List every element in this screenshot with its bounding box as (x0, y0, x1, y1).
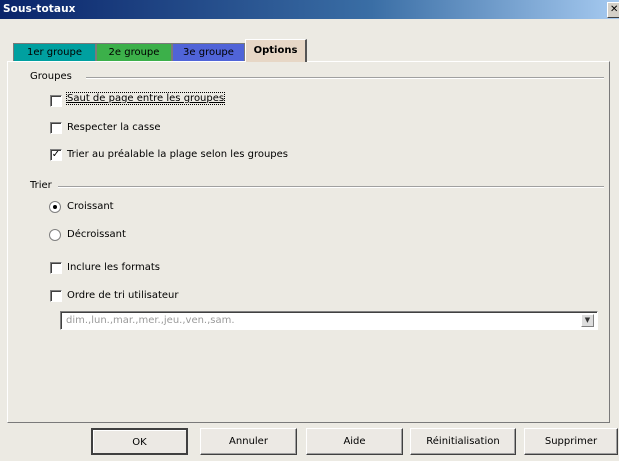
page-break-label[interactable]: Saut de page entre les groupes (65, 92, 226, 105)
reset-button-label: Réinitialisation (426, 436, 500, 447)
dialog-title: Sous-totaux (3, 3, 76, 15)
options-panel (7, 61, 610, 423)
trier-separator (58, 186, 604, 188)
help-button-label: Aide (343, 436, 366, 447)
cancel-button-label: Annuler (229, 436, 268, 447)
trier-heading: Trier (30, 180, 52, 191)
case-sensitive-checkbox[interactable] (50, 122, 62, 134)
delete-button-label: Supprimer (544, 436, 598, 447)
descending-radio[interactable] (49, 229, 61, 241)
user-sort-order-checkbox[interactable] (50, 290, 62, 302)
subtotals-dialog: Sous-totaux ✕ 1er groupe 2e groupe 3e gr… (0, 0, 619, 461)
ascending-label[interactable]: Croissant (67, 201, 114, 212)
close-button[interactable]: ✕ (607, 2, 619, 18)
ok-button[interactable]: OK (91, 428, 188, 455)
close-icon: ✕ (610, 4, 619, 15)
user-sort-list-dropdown[interactable]: dim.,lun.,mar.,mer.,jeu.,ven.,sam. ▼ (60, 311, 598, 330)
tab-options[interactable]: Options (245, 39, 307, 62)
case-sensitive-label[interactable]: Respecter la casse (67, 122, 161, 133)
include-formats-label[interactable]: Inclure les formats (67, 262, 160, 273)
page-break-checkbox[interactable] (50, 95, 62, 107)
tab-options-label: Options (253, 45, 298, 56)
reset-button[interactable]: Réinitialisation (410, 428, 516, 455)
descending-label[interactable]: Décroissant (67, 229, 126, 240)
checkmark-icon: ✓ (51, 149, 61, 160)
pre-sort-label[interactable]: Trier au préalable la plage selon les gr… (67, 149, 288, 160)
cancel-button[interactable]: Annuler (200, 428, 297, 455)
tab-group-3[interactable]: 3e groupe (172, 43, 245, 61)
tab-group-1[interactable]: 1er groupe (13, 43, 96, 61)
chevron-down-icon[interactable]: ▼ (581, 314, 594, 327)
tab-group-2[interactable]: 2e groupe (96, 43, 172, 61)
tab-group-2-label: 2e groupe (108, 47, 160, 58)
user-sort-order-label[interactable]: Ordre de tri utilisateur (67, 290, 179, 301)
include-formats-checkbox[interactable] (50, 262, 62, 274)
ok-button-label: OK (132, 437, 147, 448)
tab-group-3-label: 3e groupe (183, 47, 234, 58)
pre-sort-checkbox[interactable]: ✓ (50, 149, 62, 161)
tab-group-1-label: 1er groupe (27, 47, 82, 58)
user-sort-list-value: dim.,lun.,mar.,mer.,jeu.,ven.,sam. (66, 315, 235, 326)
groupes-separator (86, 77, 604, 79)
help-button[interactable]: Aide (306, 428, 403, 455)
radio-selected-dot (53, 205, 57, 209)
groupes-heading: Groupes (30, 71, 72, 82)
title-bar: Sous-totaux ✕ (0, 0, 619, 19)
ascending-radio[interactable] (49, 201, 61, 213)
delete-button[interactable]: Supprimer (524, 428, 618, 455)
